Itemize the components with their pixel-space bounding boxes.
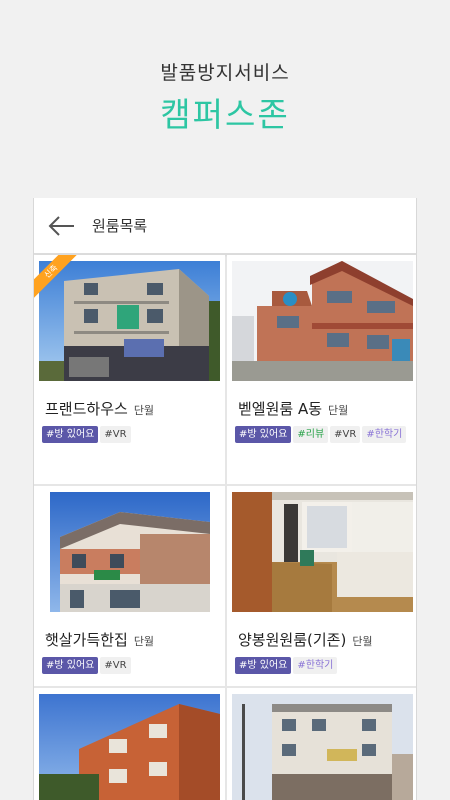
app-screen: 원룸목록 신축 프랜드하우스 단월 #방 있어요 #VR 벧엘원룸 A동 단월 …	[33, 198, 417, 800]
listing-photo	[50, 492, 210, 612]
listing-card[interactable]: 신축 프랜드하우스 단월 #방 있어요 #VR	[34, 255, 225, 484]
tag: #리뷰	[293, 426, 329, 443]
app-bar: 원룸목록	[34, 198, 416, 254]
tag: #방 있어요	[235, 426, 292, 443]
tag: #한학기	[293, 657, 338, 674]
listing-photo	[232, 694, 413, 800]
listing-card[interactable]: 양봉원원룸(기존) 단월 #방 있어요 #한학기	[227, 486, 416, 686]
page-title: 원룸목록	[92, 217, 148, 235]
listing-type: 단월	[133, 404, 155, 417]
listing-card[interactable]: 햇살가득한집 단월 #방 있어요 #VR	[34, 486, 225, 686]
listing-type: 단월	[133, 635, 155, 648]
listing-type: 단월	[352, 635, 373, 648]
tag: #한학기	[362, 426, 407, 443]
tag-list: #방 있어요 #한학기	[235, 653, 409, 679]
promo-subtitle: 발품방지서비스	[160, 62, 290, 84]
listing-name: 벧엘원룸 A동 단월	[238, 400, 349, 418]
listing-name: 양봉원원룸(기존) 단월	[238, 631, 373, 649]
listing-photo	[39, 694, 220, 800]
tag: #방 있어요	[42, 426, 99, 443]
back-button[interactable]	[46, 210, 78, 242]
tag: #방 있어요	[42, 657, 99, 674]
new-badge: 신축	[34, 255, 80, 301]
tag-list: #방 있어요 #VR	[42, 422, 216, 448]
listing-card[interactable]: 벧엘원룸 A동 단월 #방 있어요 #리뷰 #VR #한학기	[227, 255, 416, 484]
tag: #방 있어요	[235, 657, 292, 674]
listing-photo	[232, 492, 413, 612]
listing-photo	[232, 261, 413, 381]
promo-title: 캠퍼스존	[160, 95, 290, 134]
listing-card[interactable]	[227, 688, 416, 800]
tag-list: #방 있어요 #리뷰 #VR #한학기	[235, 422, 409, 448]
listing-name: 프랜드하우스 단월	[45, 400, 155, 418]
tag: #VR	[100, 426, 131, 443]
listing-card[interactable]	[34, 688, 225, 800]
listing-name: 햇살가득한집 단월	[45, 631, 155, 649]
arrow-left-icon	[48, 216, 74, 236]
tag: #VR	[100, 657, 131, 674]
listing-type: 단월	[328, 404, 349, 417]
tag-list: #방 있어요 #VR	[42, 653, 216, 679]
tag: #VR	[330, 426, 361, 443]
